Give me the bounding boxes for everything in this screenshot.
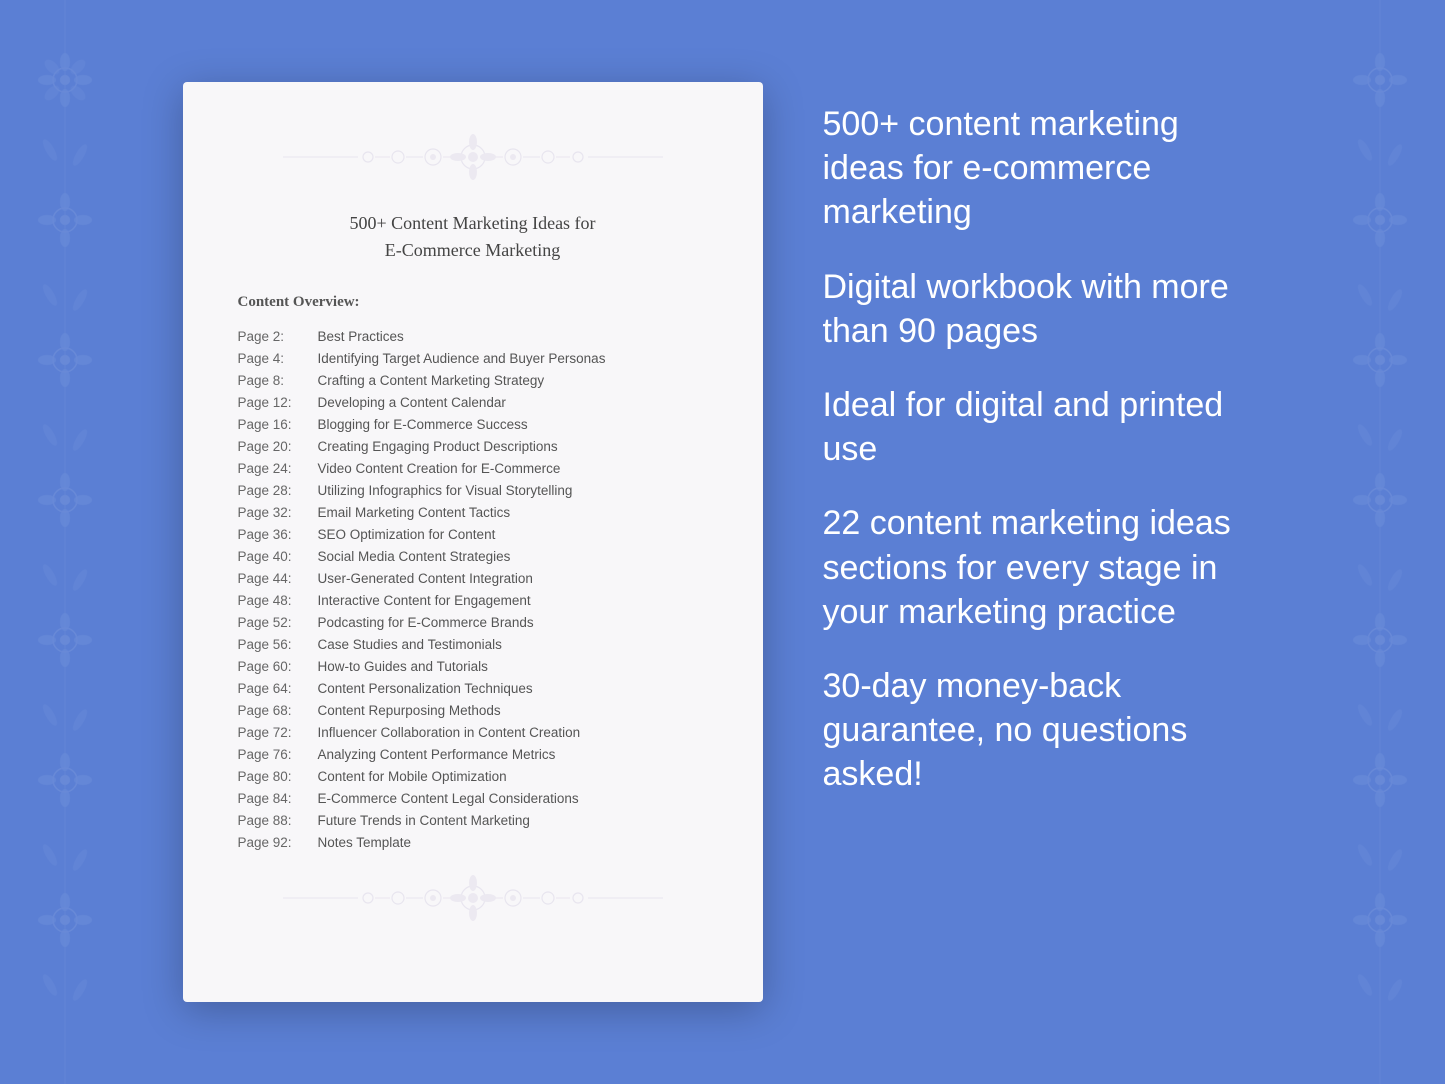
table-row: Page 32:Email Marketing Content Tactics [238, 501, 708, 523]
floral-decoration-right [1315, 0, 1445, 1084]
doc-bottom-decoration [238, 873, 708, 931]
overview-label: Content Overview: [238, 294, 708, 311]
toc-title: Creating Engaging Product Descriptions [318, 439, 558, 454]
table-row: Page 88:Future Trends in Content Marketi… [238, 809, 708, 831]
table-row: Page 16:Blogging for E-Commerce Success [238, 413, 708, 435]
table-row: Page 68:Content Repurposing Methods [238, 699, 708, 721]
table-row: Page 80:Content for Mobile Optimization [238, 765, 708, 787]
floral-decoration-left [0, 0, 130, 1084]
toc-page: Page 24: [238, 461, 318, 476]
table-row: Page 24:Video Content Creation for E-Com… [238, 457, 708, 479]
toc-title: User-Generated Content Integration [318, 571, 533, 586]
toc-title: Content Personalization Techniques [318, 681, 533, 696]
toc-page: Page 16: [238, 417, 318, 432]
table-row: Page 20:Creating Engaging Product Descri… [238, 435, 708, 457]
table-of-contents: Page 2:Best PracticesPage 4:Identifying … [238, 325, 708, 853]
toc-title: Content for Mobile Optimization [318, 769, 507, 784]
table-row: Page 72:Influencer Collaboration in Cont… [238, 721, 708, 743]
toc-page: Page 64: [238, 681, 318, 696]
doc-top-decoration [238, 132, 708, 190]
toc-page: Page 68: [238, 703, 318, 718]
toc-title: Interactive Content for Engagement [318, 593, 531, 608]
info-item-5: 30-day money-back guarantee, no question… [823, 664, 1263, 797]
toc-title: Blogging for E-Commerce Success [318, 417, 528, 432]
toc-title: How-to Guides and Tutorials [318, 659, 488, 674]
document-panel: 500+ Content Marketing Ideas for E-Comme… [183, 82, 763, 1002]
toc-title: Influencer Collaboration in Content Crea… [318, 725, 581, 740]
toc-page: Page 80: [238, 769, 318, 784]
toc-page: Page 76: [238, 747, 318, 762]
toc-title: Video Content Creation for E-Commerce [318, 461, 561, 476]
table-row: Page 2:Best Practices [238, 325, 708, 347]
table-row: Page 28:Utilizing Infographics for Visua… [238, 479, 708, 501]
table-row: Page 52:Podcasting for E-Commerce Brands [238, 611, 708, 633]
table-row: Page 36:SEO Optimization for Content [238, 523, 708, 545]
toc-title: Social Media Content Strategies [318, 549, 511, 564]
toc-title: Analyzing Content Performance Metrics [318, 747, 556, 762]
toc-page: Page 56: [238, 637, 318, 652]
table-row: Page 4:Identifying Target Audience and B… [238, 347, 708, 369]
toc-title: Identifying Target Audience and Buyer Pe… [318, 351, 606, 366]
toc-title: SEO Optimization for Content [318, 527, 496, 542]
document-title: 500+ Content Marketing Ideas for E-Comme… [238, 210, 708, 264]
toc-title: Future Trends in Content Marketing [318, 813, 530, 828]
toc-title: Content Repurposing Methods [318, 703, 501, 718]
table-row: Page 76:Analyzing Content Performance Me… [238, 743, 708, 765]
toc-title: Crafting a Content Marketing Strategy [318, 373, 545, 388]
info-item-1: 500+ content marketing ideas for e-comme… [823, 102, 1263, 235]
table-row: Page 60:How-to Guides and Tutorials [238, 655, 708, 677]
toc-page: Page 60: [238, 659, 318, 674]
table-row: Page 40:Social Media Content Strategies [238, 545, 708, 567]
table-row: Page 64:Content Personalization Techniqu… [238, 677, 708, 699]
toc-page: Page 40: [238, 549, 318, 564]
info-panel: 500+ content marketing ideas for e-comme… [823, 82, 1263, 816]
toc-title: Best Practices [318, 329, 404, 344]
toc-title: Notes Template [318, 835, 412, 850]
toc-title: E-Commerce Content Legal Considerations [318, 791, 579, 806]
toc-page: Page 4: [238, 351, 318, 366]
table-row: Page 8:Crafting a Content Marketing Stra… [238, 369, 708, 391]
info-item-2: Digital workbook with more than 90 pages [823, 265, 1263, 353]
toc-page: Page 88: [238, 813, 318, 828]
toc-page: Page 28: [238, 483, 318, 498]
toc-page: Page 36: [238, 527, 318, 542]
table-row: Page 84:E-Commerce Content Legal Conside… [238, 787, 708, 809]
toc-page: Page 48: [238, 593, 318, 608]
toc-page: Page 20: [238, 439, 318, 454]
toc-title: Case Studies and Testimonials [318, 637, 502, 652]
toc-page: Page 8: [238, 373, 318, 388]
toc-page: Page 32: [238, 505, 318, 520]
toc-title: Utilizing Infographics for Visual Storyt… [318, 483, 573, 498]
toc-page: Page 2: [238, 329, 318, 344]
toc-page: Page 52: [238, 615, 318, 630]
main-container: 500+ Content Marketing Ideas for E-Comme… [123, 42, 1323, 1042]
table-row: Page 48:Interactive Content for Engageme… [238, 589, 708, 611]
toc-page: Page 72: [238, 725, 318, 740]
toc-page: Page 44: [238, 571, 318, 586]
info-item-4: 22 content marketing ideas sections for … [823, 501, 1263, 634]
table-row: Page 56:Case Studies and Testimonials [238, 633, 708, 655]
toc-title: Podcasting for E-Commerce Brands [318, 615, 534, 630]
info-item-3: Ideal for digital and printed use [823, 383, 1263, 471]
toc-title: Email Marketing Content Tactics [318, 505, 511, 520]
toc-title: Developing a Content Calendar [318, 395, 506, 410]
table-row: Page 12:Developing a Content Calendar [238, 391, 708, 413]
table-row: Page 92:Notes Template [238, 831, 708, 853]
toc-page: Page 84: [238, 791, 318, 806]
toc-page: Page 92: [238, 835, 318, 850]
toc-page: Page 12: [238, 395, 318, 410]
table-row: Page 44:User-Generated Content Integrati… [238, 567, 708, 589]
